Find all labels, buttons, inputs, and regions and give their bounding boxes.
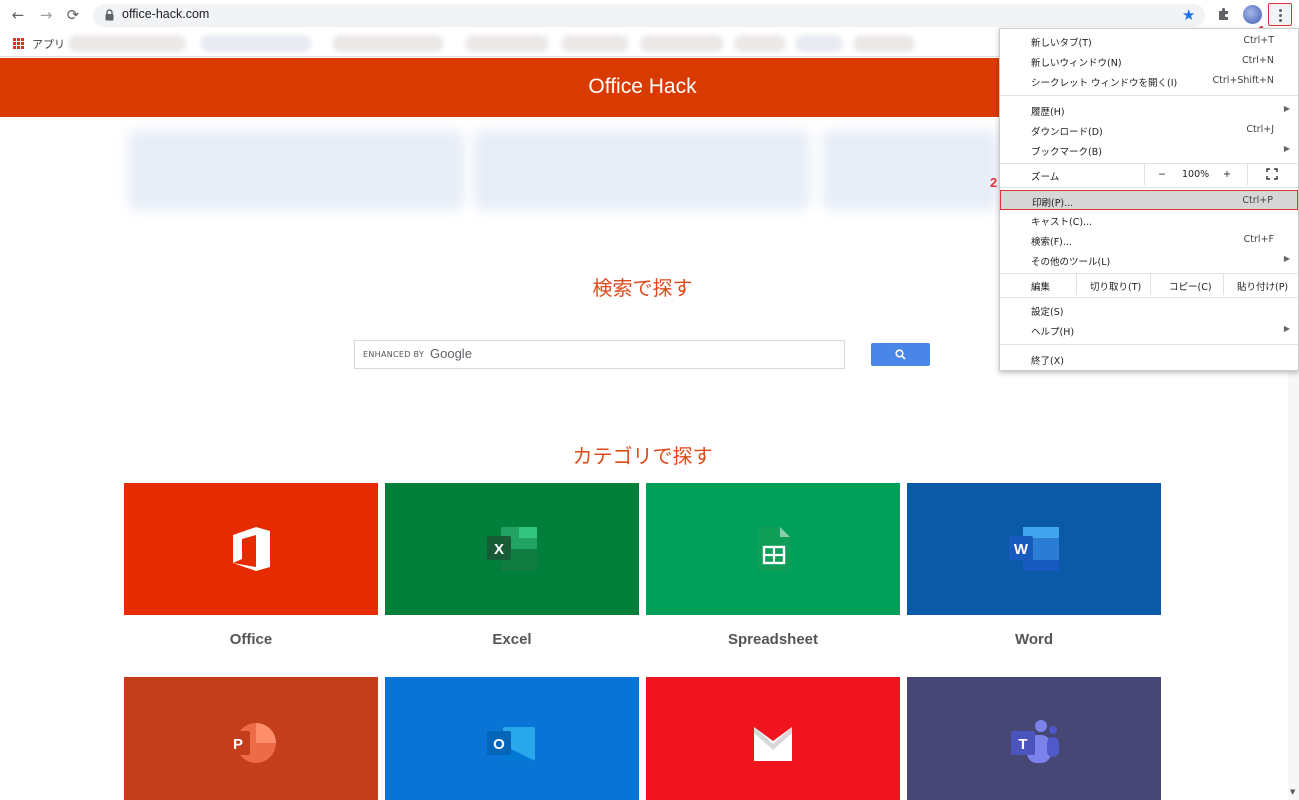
edit-label: 編集 (1031, 282, 1051, 293)
menu-print[interactable]: 印刷(P)... Ctrl+P (1000, 190, 1298, 210)
category-section-title: カテゴリで探す (572, 444, 713, 468)
menu-help[interactable]: ヘルプ(H) ▶ (1000, 320, 1298, 340)
word-icon: W (1009, 527, 1059, 571)
profile-icon[interactable] (1243, 5, 1262, 24)
search-input[interactable]: ENHANCED BY Google (354, 340, 845, 369)
lock-icon (105, 9, 114, 21)
address-bar[interactable]: office-hack.com (93, 4, 1205, 27)
search-button[interactable] (871, 343, 930, 366)
gmail-icon (754, 727, 792, 761)
back-icon[interactable]: ← (8, 5, 28, 25)
blurred-content (128, 130, 464, 210)
menu-find[interactable]: 検索(F)... Ctrl+F (1000, 230, 1298, 250)
category-label: Office (229, 631, 273, 648)
fullscreen-icon[interactable] (1266, 168, 1278, 180)
menu-cast[interactable]: キャスト(C)... (1000, 210, 1298, 230)
paste-button[interactable]: 貼り付け(P) (1237, 279, 1288, 293)
svg-text:W: W (1014, 541, 1029, 558)
menu-more-tools[interactable]: その他のツール(L) ▶ (1000, 250, 1298, 270)
search-google-label: Google (430, 346, 472, 361)
bookmark-item[interactable] (332, 35, 444, 52)
bookmark-item[interactable] (795, 35, 843, 52)
powerpoint-icon: P (226, 723, 276, 763)
menu-exit[interactable]: 終了(X) (1000, 349, 1298, 369)
apps-icon[interactable] (13, 38, 24, 49)
zoom-value: 100% (1182, 169, 1210, 180)
apps-label[interactable]: アプリ (32, 36, 65, 52)
office-icon (233, 527, 270, 571)
menu-settings[interactable]: 設定(S) (1000, 300, 1298, 320)
svg-text:O: O (493, 736, 505, 753)
bookmark-item[interactable] (640, 35, 724, 52)
url-text: office-hack.com (122, 7, 210, 21)
copy-button[interactable]: コピー(C) (1169, 279, 1212, 293)
menu-new-tab[interactable]: 新しいタブ(T) Ctrl+T (1000, 31, 1298, 51)
outlook-icon: O (487, 727, 535, 761)
star-icon[interactable]: ★ (1182, 5, 1195, 25)
menu-history[interactable]: 履歴(H) ▶ (1000, 100, 1298, 120)
zoom-out-button[interactable]: − (1158, 169, 1166, 180)
chevron-right-icon: ▶ (1283, 144, 1290, 153)
blurred-content (822, 130, 998, 210)
cut-button[interactable]: 切り取り(T) (1090, 279, 1141, 293)
search-icon (895, 349, 906, 360)
category-label: Word (1014, 631, 1054, 648)
bookmark-item[interactable] (200, 35, 312, 52)
chrome-menu: 新しいタブ(T) Ctrl+T 新しいウィンドウ(N) Ctrl+N シークレット … (999, 28, 1299, 371)
menu-bookmarks[interactable]: ブックマーク(B) ▶ (1000, 140, 1298, 160)
menu-incognito[interactable]: シークレット ウィンドウを開く(I) Ctrl+Shift+N (1000, 71, 1298, 91)
chevron-right-icon: ▶ (1283, 104, 1290, 113)
chevron-right-icon: ▶ (1283, 324, 1290, 333)
bookmark-item[interactable] (561, 35, 629, 52)
bookmark-item[interactable] (465, 35, 549, 52)
svg-text:P: P (233, 736, 243, 753)
blurred-content (474, 130, 810, 210)
extensions-icon[interactable] (1216, 6, 1232, 22)
excel-icon: X (487, 527, 537, 571)
menu-downloads[interactable]: ダウンロード(D) Ctrl+J (1000, 120, 1298, 140)
more-icon[interactable] (1268, 3, 1292, 26)
bookmark-item[interactable] (734, 35, 786, 52)
forward-icon[interactable]: → (36, 5, 56, 25)
chevron-right-icon: ▶ (1283, 254, 1290, 263)
bookmark-item[interactable] (68, 35, 186, 52)
svg-text:X: X (494, 541, 504, 558)
scrollbar[interactable] (1288, 370, 1299, 800)
search-enhanced-label: ENHANCED BY (363, 350, 425, 359)
menu-new-window[interactable]: 新しいウィンドウ(N) Ctrl+N (1000, 51, 1298, 71)
menu-zoom-row: ズーム − 100% + (1000, 163, 1298, 185)
teams-icon: T (1011, 720, 1059, 763)
callout-2: 2 (990, 175, 998, 190)
reload-icon[interactable]: ⟳ (63, 5, 83, 25)
svg-text:T: T (1018, 736, 1027, 753)
browser-toolbar: ← → ⟳ office-hack.com ★ 1 (0, 0, 1299, 38)
zoom-label: ズーム (1031, 172, 1060, 183)
zoom-in-button[interactable]: + (1223, 169, 1231, 180)
menu-edit-row: 編集 切り取り(T) コピー(C) 貼り付け(P) (1000, 273, 1298, 295)
scroll-down-icon[interactable]: ▼ (1290, 788, 1295, 796)
category-label: Excel (492, 631, 532, 648)
sheets-icon (758, 527, 790, 571)
bookmark-item[interactable] (853, 35, 915, 52)
category-label: Spreadsheet (727, 631, 819, 648)
